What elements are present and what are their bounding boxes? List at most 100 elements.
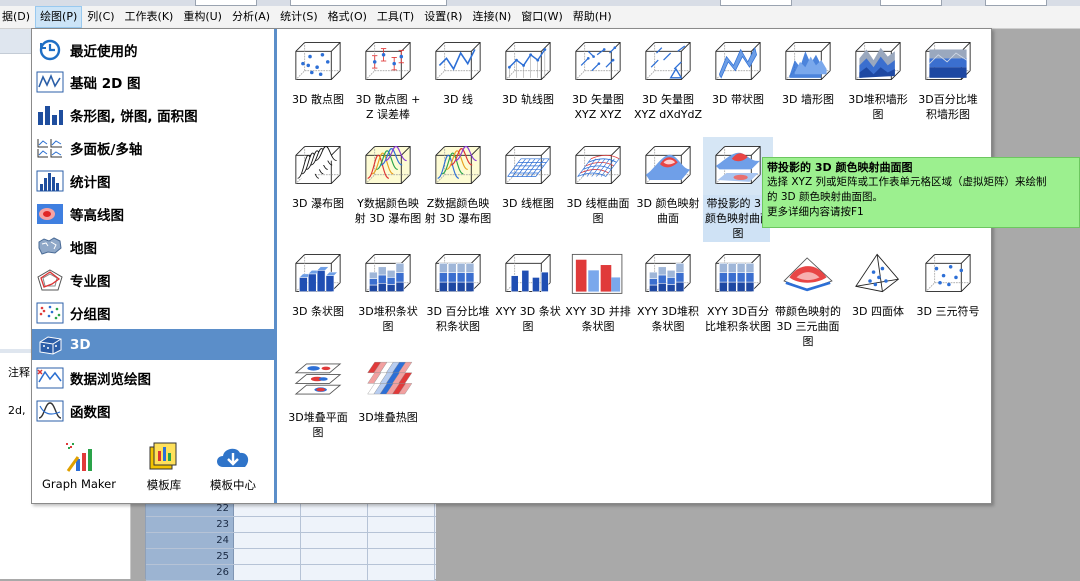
category-item[interactable]: 条形图, 饼图, 面积图 xyxy=(32,99,274,130)
row-number[interactable]: 26 xyxy=(146,565,234,580)
table-cell[interactable] xyxy=(234,533,301,548)
category-item[interactable]: 3D xyxy=(32,329,274,360)
plot-tile[interactable]: 3D 散点图 xyxy=(283,33,353,107)
data-explore-icon xyxy=(35,366,65,390)
menu-item[interactable]: 绘图(P) xyxy=(35,6,83,28)
category-item[interactable]: 统计图 xyxy=(32,165,274,196)
menu-item[interactable]: 窗口(W) xyxy=(516,6,567,28)
plot-tile[interactable]: 3D堆积墙形图 xyxy=(843,33,913,122)
multi-panel-icon xyxy=(35,136,65,160)
category-item[interactable]: 多面板/多轴 xyxy=(32,132,274,163)
category-item[interactable]: 最近使用的 xyxy=(32,34,274,65)
template-center-button[interactable]: 模板中心 xyxy=(188,439,278,499)
table-row[interactable]: 24 xyxy=(146,533,436,549)
graph-maker-button[interactable]: Graph Maker xyxy=(34,439,124,499)
radar-icon xyxy=(35,268,65,292)
menu-item[interactable]: 工作表(K) xyxy=(120,6,179,28)
row-number[interactable]: 25 xyxy=(146,549,234,564)
plot-tile-label: 3D 条状图 xyxy=(292,305,344,318)
category-label: 基础 2D 图 xyxy=(70,75,141,92)
plot-tile[interactable]: 3D堆叠平面图 xyxy=(283,351,353,440)
table-cell[interactable] xyxy=(234,565,301,580)
category-label: 分组图 xyxy=(70,306,111,323)
plot-tile[interactable]: XYY 3D堆积条状图 xyxy=(633,245,703,334)
plot-tile[interactable]: 3D 瀑布图 xyxy=(283,137,353,211)
category-item[interactable]: 基础 2D 图 xyxy=(32,66,274,97)
plot-waterfall-y-icon xyxy=(353,137,423,195)
cube-icon xyxy=(35,333,65,357)
plot-tile[interactable]: 3D 矢量图 XYZ dXdYdZ xyxy=(633,33,703,122)
table-cell[interactable] xyxy=(301,549,368,564)
category-item[interactable]: 地图 xyxy=(32,231,274,262)
menu-item[interactable]: 列(C) xyxy=(82,6,119,28)
category-label: 条形图, 饼图, 面积图 xyxy=(70,108,198,125)
menu-item[interactable]: 分析(A) xyxy=(227,6,275,28)
plot-tile[interactable]: 3D 颜色映射曲面 xyxy=(633,137,703,226)
plot-tile[interactable]: Y数据颜色映射 3D 瀑布图 xyxy=(353,137,423,226)
plot-tetra-icon xyxy=(843,245,913,303)
plot-vector2-icon xyxy=(633,33,703,91)
menu-item[interactable]: 据(D) xyxy=(0,6,35,28)
plot-tile[interactable]: 3D 线框曲面图 xyxy=(563,137,633,226)
category-item[interactable]: 专业图 xyxy=(32,264,274,295)
table-cell[interactable] xyxy=(301,533,368,548)
row-number[interactable]: 24 xyxy=(146,533,234,548)
plot-tile[interactable]: 3D 条状图 xyxy=(283,245,353,319)
menu-item[interactable]: 帮助(H) xyxy=(568,6,617,28)
plot-tile[interactable]: 3D 线 xyxy=(423,33,493,107)
plot-ternsurface-icon xyxy=(773,245,843,303)
plot-tile[interactable]: 3D 轨线图 xyxy=(493,33,563,107)
plot-wall-icon xyxy=(773,33,843,91)
plot-tile[interactable]: 3D 三元符号 xyxy=(913,245,983,319)
table-cell[interactable] xyxy=(368,565,435,580)
plot-tile-label: 3D堆叠平面图 xyxy=(288,411,348,439)
plot-tile[interactable]: Z数据颜色映射 3D 瀑布图 xyxy=(423,137,493,226)
plot-tile-label: 3D 散点图 + Z 误差棒 xyxy=(355,93,421,121)
plot-sidebars-icon xyxy=(563,245,633,303)
plot-tile[interactable]: XYY 3D 条状图 xyxy=(493,245,563,334)
menu-item[interactable]: 连接(N) xyxy=(467,6,516,28)
plot-tile[interactable]: 3D 带状图 xyxy=(703,33,773,107)
plot-tile[interactable]: 3D 四面体 xyxy=(843,245,913,319)
table-cell[interactable] xyxy=(301,565,368,580)
plot-tile[interactable]: 3D 矢量图 XYZ XYZ xyxy=(563,33,633,122)
category-item[interactable]: 函数图 xyxy=(32,395,274,426)
plot-tile[interactable]: 3D 线框图 xyxy=(493,137,563,211)
table-cell[interactable] xyxy=(368,517,435,532)
menu-item[interactable]: 统计(S) xyxy=(275,6,323,28)
category-item[interactable]: 数据浏览绘图 xyxy=(32,362,274,393)
graph-maker-icon xyxy=(34,439,124,473)
plot-tile[interactable]: XYY 3D百分比堆积条状图 xyxy=(703,245,773,334)
table-row[interactable]: 23 xyxy=(146,517,436,533)
plot-tile-label: Y数据颜色映射 3D 瀑布图 xyxy=(354,197,422,225)
map-icon xyxy=(35,235,65,259)
table-cell[interactable] xyxy=(368,549,435,564)
table-cell[interactable] xyxy=(368,533,435,548)
menu-item[interactable]: 设置(R) xyxy=(419,6,467,28)
category-label: 专业图 xyxy=(70,273,111,290)
plot-wireframe-icon xyxy=(493,137,563,195)
plot-tile-label: 3D 颜色映射曲面 xyxy=(636,197,700,225)
table-cell[interactable] xyxy=(301,517,368,532)
worksheet[interactable]: 22 23 24 25 26 xyxy=(145,500,436,581)
plot-tile[interactable]: 3D 墙形图 xyxy=(773,33,843,107)
plot-tile[interactable]: XYY 3D 并排条状图 xyxy=(563,245,633,334)
plot-tile[interactable]: 3D百分比堆积墙形图 xyxy=(913,33,983,122)
category-item[interactable]: 等高线图 xyxy=(32,198,274,229)
table-row[interactable]: 25 xyxy=(146,549,436,565)
category-item[interactable]: 分组图 xyxy=(32,297,274,328)
plot-tile[interactable]: 3D堆叠热图 xyxy=(353,351,423,425)
plot-tile-label: 3D 线 xyxy=(443,93,473,106)
plot-tile[interactable]: 带颜色映射的 3D 三元曲面图 xyxy=(773,245,843,349)
plot-tile-label: XYY 3D堆积条状图 xyxy=(637,305,699,333)
row-number[interactable]: 23 xyxy=(146,517,234,532)
menu-item[interactable]: 工具(T) xyxy=(372,6,419,28)
plot-tile[interactable]: 3D 百分比堆积条状图 xyxy=(423,245,493,334)
plot-tile-label: 3D 瀑布图 xyxy=(292,197,344,210)
table-cell[interactable] xyxy=(234,549,301,564)
plot-tile[interactable]: 3D 散点图 + Z 误差棒 xyxy=(353,33,423,122)
table-cell[interactable] xyxy=(234,517,301,532)
menu-item[interactable]: 格式(O) xyxy=(323,6,372,28)
plot-tile[interactable]: 3D堆积条状图 xyxy=(353,245,423,334)
menu-item[interactable]: 重构(U) xyxy=(178,6,227,28)
